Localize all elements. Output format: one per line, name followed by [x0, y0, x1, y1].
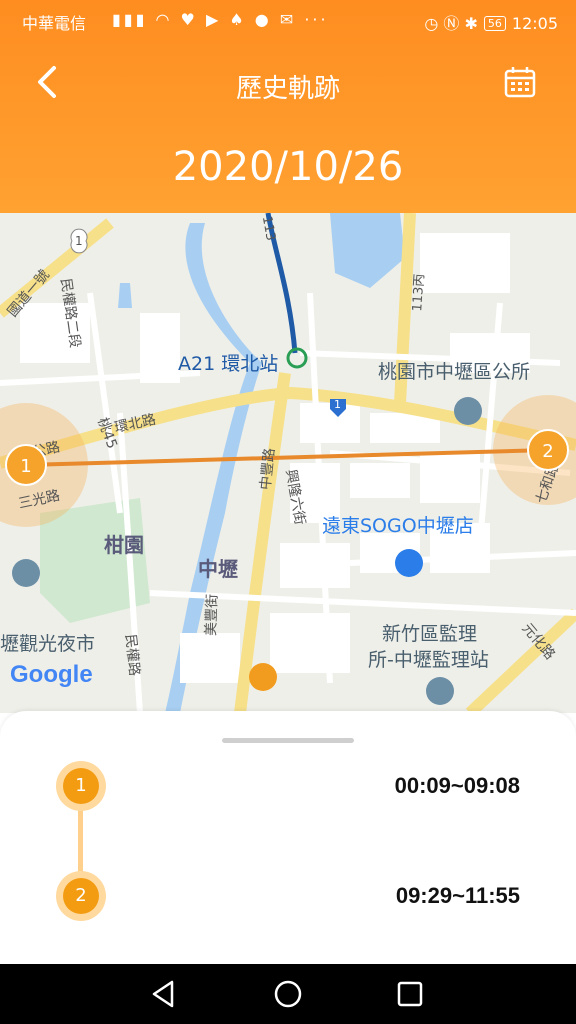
- pond-area: [118, 283, 132, 308]
- triangle-back-icon: [152, 980, 174, 1008]
- highway-shield-label: 1: [334, 398, 341, 411]
- trip-index-1: 1: [63, 768, 99, 804]
- clock: 12:05: [511, 14, 558, 33]
- trip-index-2: 2: [63, 878, 99, 914]
- road-minquan-label: 民權路: [121, 633, 143, 677]
- header: 中華電信 ▮▮▮ ◠ ♥ ▶ ♠ ● ✉ ··· ◷ Ⓝ ✱ 56 12:05 歷史…: [0, 0, 576, 213]
- circle-home-icon: [274, 980, 302, 1008]
- nav-home-button[interactable]: [272, 978, 304, 1010]
- trip-node-2[interactable]: 2: [56, 871, 106, 921]
- status-icons: ▮▮▮ ◠ ♥ ▶ ♠ ● ✉ ···: [112, 10, 329, 29]
- guanyuan-label: 柑園: [104, 533, 144, 557]
- district-office-label: 桃園市中壢區公所: [378, 361, 531, 383]
- map-pin-1[interactable]: 1: [5, 444, 47, 486]
- sogo-label: 遠東SOGO中壢店: [322, 515, 474, 537]
- landmark-icon: [426, 677, 454, 705]
- trip-node-1[interactable]: 1: [56, 761, 106, 811]
- road-meifeng-label: 美豐街: [203, 593, 221, 637]
- sheet-drag-handle[interactable]: [222, 738, 354, 743]
- shopping-icon: [395, 549, 423, 577]
- road-113bing-label: 113丙: [410, 273, 428, 313]
- supervision-label-2: 所-中壢監理站: [368, 649, 489, 671]
- trip-time-1[interactable]: 00:09~09:08: [395, 773, 520, 799]
- status-right: ◷ Ⓝ ✱ 56 12:05: [424, 10, 558, 34]
- zhongli-label: 中壢: [198, 557, 238, 581]
- system-nav-bar: [0, 964, 576, 1024]
- square-recents-icon: [397, 981, 423, 1007]
- bar-icon: [249, 663, 277, 691]
- map-view[interactable]: A21 環北站 桃園市中壢區公所 遠東SOGO中壢店 柑園 中壢 新竹區監理 所…: [0, 213, 576, 713]
- night-market-label: 壢觀光夜市: [0, 633, 96, 655]
- map-pin-2[interactable]: 2: [527, 429, 569, 471]
- selected-date[interactable]: 2020/10/26: [0, 144, 576, 190]
- route-marker-label: 1: [75, 234, 83, 248]
- google-logo: Google: [10, 661, 93, 688]
- nav-back-button[interactable]: [148, 978, 180, 1010]
- school-icon: [12, 559, 40, 587]
- station-label: A21 環北站: [178, 353, 279, 375]
- lake-area: [330, 213, 405, 288]
- carrier-label: 中華電信: [22, 14, 87, 33]
- supervision-label-1: 新竹區監理: [382, 623, 478, 645]
- government-icon: [454, 397, 482, 425]
- battery-icon: 56: [483, 16, 506, 31]
- status-bar: 中華電信 ▮▮▮ ◠ ♥ ▶ ♠ ● ✉ ··· ◷ Ⓝ ✱ 56 12:05: [0, 0, 576, 40]
- trip-time-2[interactable]: 09:29~11:55: [396, 883, 520, 909]
- status-misc-icons: ◷ Ⓝ ✱: [424, 14, 478, 33]
- calendar-icon: [504, 67, 536, 98]
- nav-recents-button[interactable]: [394, 978, 426, 1010]
- calendar-button[interactable]: [504, 66, 536, 98]
- page-title: 歷史軌跡: [235, 74, 340, 104]
- trip-list-sheet[interactable]: 1 00:09~09:08 2 09:29~11:55: [0, 711, 576, 964]
